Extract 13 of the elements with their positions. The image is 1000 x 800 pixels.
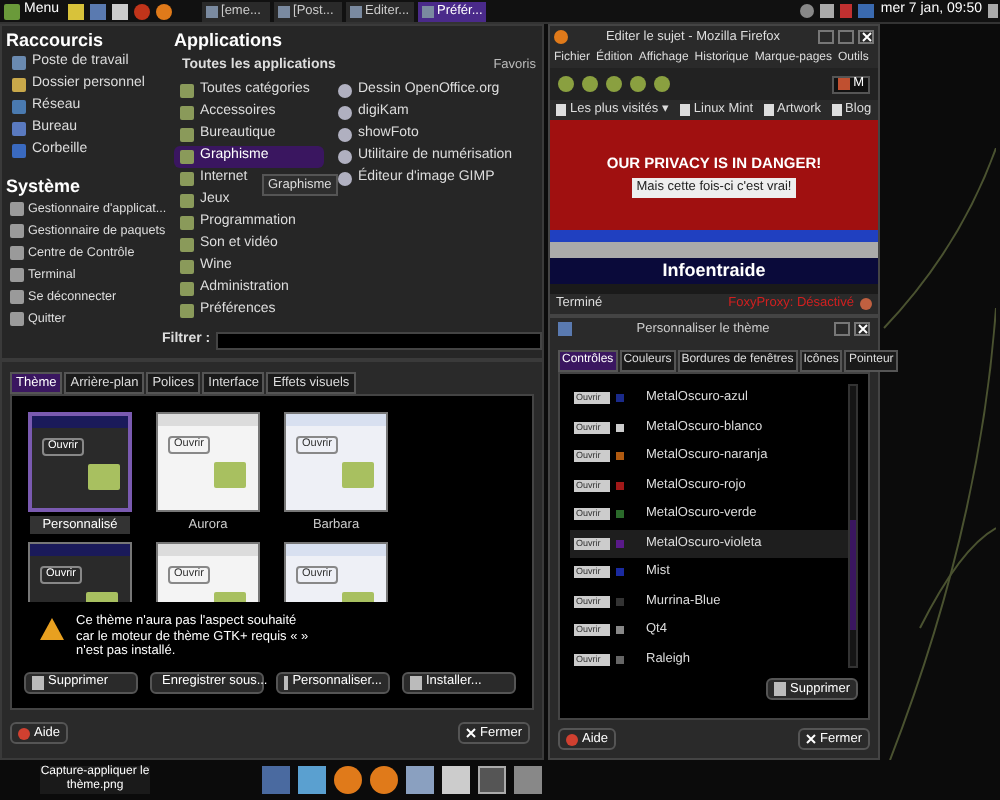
close-icon <box>806 734 817 744</box>
minimize-button[interactable] <box>818 30 834 44</box>
close-icon <box>466 728 477 738</box>
close-button[interactable] <box>858 30 874 44</box>
site-title: Infoentraide <box>550 258 878 284</box>
filter-field[interactable] <box>216 332 542 350</box>
warning-icon <box>40 618 64 640</box>
close-icon <box>861 32 871 42</box>
close-icon <box>857 324 867 334</box>
section-title: Raccourcis <box>6 28 106 52</box>
close-button[interactable] <box>854 322 870 336</box>
section-title: Applications <box>174 28 285 52</box>
section-title: Système <box>6 174 83 198</box>
